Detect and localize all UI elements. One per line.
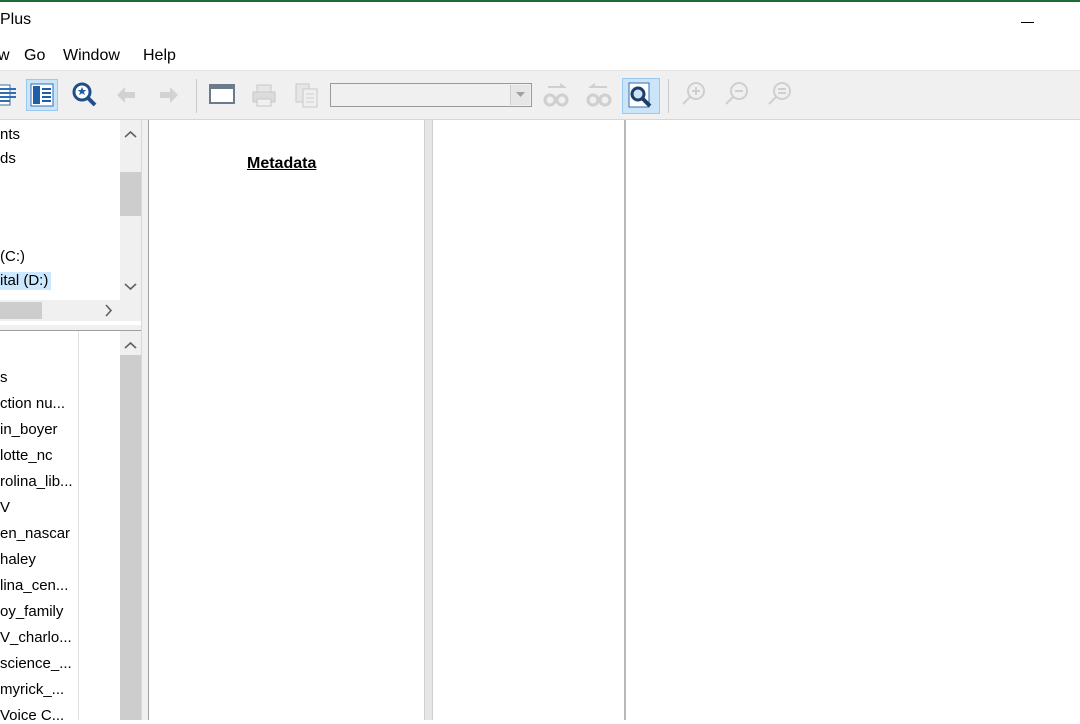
minimize-icon: [1021, 22, 1034, 23]
zoom-reset-icon: [768, 82, 791, 105]
copy-icon: [295, 83, 318, 108]
find-previous-button[interactable]: [540, 79, 572, 111]
bookmark-icon: [0, 84, 16, 106]
list-item[interactable]: en_nascar: [0, 525, 70, 542]
search-icon: [72, 82, 97, 107]
list-item[interactable]: V_charlo...: [0, 629, 72, 646]
toolbar: [0, 70, 1080, 120]
zoom-reset-button[interactable]: [764, 79, 796, 111]
column-divider[interactable]: [78, 331, 79, 720]
list-item[interactable]: haley: [0, 551, 36, 568]
window-button[interactable]: [206, 79, 238, 111]
file-list[interactable]: s ction nu... in_boyer lotte_nc rolina_lib..…: [0, 331, 120, 724]
zoom-in-button[interactable]: [678, 79, 710, 111]
menu-help[interactable]: Help: [143, 47, 176, 65]
middle-pane: [433, 120, 624, 720]
list-item[interactable]: s: [0, 369, 8, 386]
list-item[interactable]: lotte_nc: [0, 447, 53, 464]
zoom-out-button[interactable]: [721, 79, 753, 111]
metadata-view-icon: [30, 83, 54, 107]
list-item[interactable]: myrick_...: [0, 681, 64, 698]
list-item[interactable]: Voice C...: [0, 707, 64, 724]
combo-dropdown-button[interactable]: [510, 85, 530, 105]
scroll-up-arrow-icon[interactable]: [124, 128, 137, 141]
zoom-in-icon: [682, 82, 705, 105]
forward-arrow-icon: [160, 87, 178, 103]
toolbar-separator: [196, 79, 197, 113]
search-button[interactable]: [68, 79, 100, 111]
title-bar[interactable]: [0, 2, 1080, 42]
print-icon: [252, 84, 276, 107]
find-next-icon: [586, 83, 612, 107]
minimize-button[interactable]: [1008, 5, 1048, 35]
find-button[interactable]: [622, 78, 660, 114]
list-scroll-thumb[interactable]: [120, 355, 141, 720]
list-item[interactable]: oy_family: [0, 603, 63, 620]
scroll-down-arrow-icon[interactable]: [124, 280, 137, 293]
metadata-pane: [149, 120, 424, 720]
metadata-view-button[interactable]: [26, 79, 58, 111]
find-next-button[interactable]: [583, 79, 615, 111]
menu-go[interactable]: Go: [24, 47, 45, 65]
forward-button[interactable]: [152, 79, 184, 111]
vertical-splitter[interactable]: [141, 120, 149, 720]
list-item[interactable]: in_boyer: [0, 421, 58, 438]
scrollbar-corner: [120, 300, 141, 321]
menu-window[interactable]: Window: [63, 47, 120, 65]
list-item[interactable]: rolina_lib...: [0, 473, 73, 490]
tree-item-drive-c[interactable]: (C:): [0, 248, 25, 265]
menu-view[interactable]: w: [0, 47, 10, 65]
scroll-up-arrow-icon[interactable]: [124, 339, 137, 352]
list-item[interactable]: V: [0, 499, 10, 516]
tree-item[interactable]: nts: [0, 126, 20, 143]
copy-button[interactable]: [291, 79, 323, 111]
find-icon: [628, 82, 652, 108]
back-arrow-icon: [117, 87, 135, 103]
pane-splitter[interactable]: [424, 120, 433, 720]
menu-bar: w Go Window Help: [0, 42, 1080, 70]
toolbar-separator: [668, 79, 669, 113]
document-view-pane: [626, 120, 1080, 720]
metadata-heading: Metadata: [247, 155, 317, 172]
chevron-down-icon: [516, 92, 525, 97]
list-item[interactable]: science_...: [0, 655, 72, 672]
tree-item[interactable]: ds: [0, 150, 16, 167]
window-icon: [209, 84, 235, 104]
list-item[interactable]: ction nu...: [0, 395, 65, 412]
back-button[interactable]: [111, 79, 143, 111]
zoom-out-icon: [725, 82, 748, 105]
search-combo[interactable]: [330, 83, 532, 107]
bookmark-button[interactable]: [0, 79, 24, 111]
list-item[interactable]: lina_cen...: [0, 577, 68, 594]
print-button[interactable]: [248, 79, 280, 111]
tree-horizontal-scroll-thumb[interactable]: [0, 302, 42, 319]
tree-item-drive-d[interactable]: ital (D:): [0, 272, 52, 290]
window-title: Plus: [0, 11, 32, 28]
scroll-right-arrow-icon[interactable]: [102, 304, 115, 317]
tree-scroll-thumb[interactable]: [120, 172, 141, 216]
find-previous-icon: [543, 83, 569, 107]
